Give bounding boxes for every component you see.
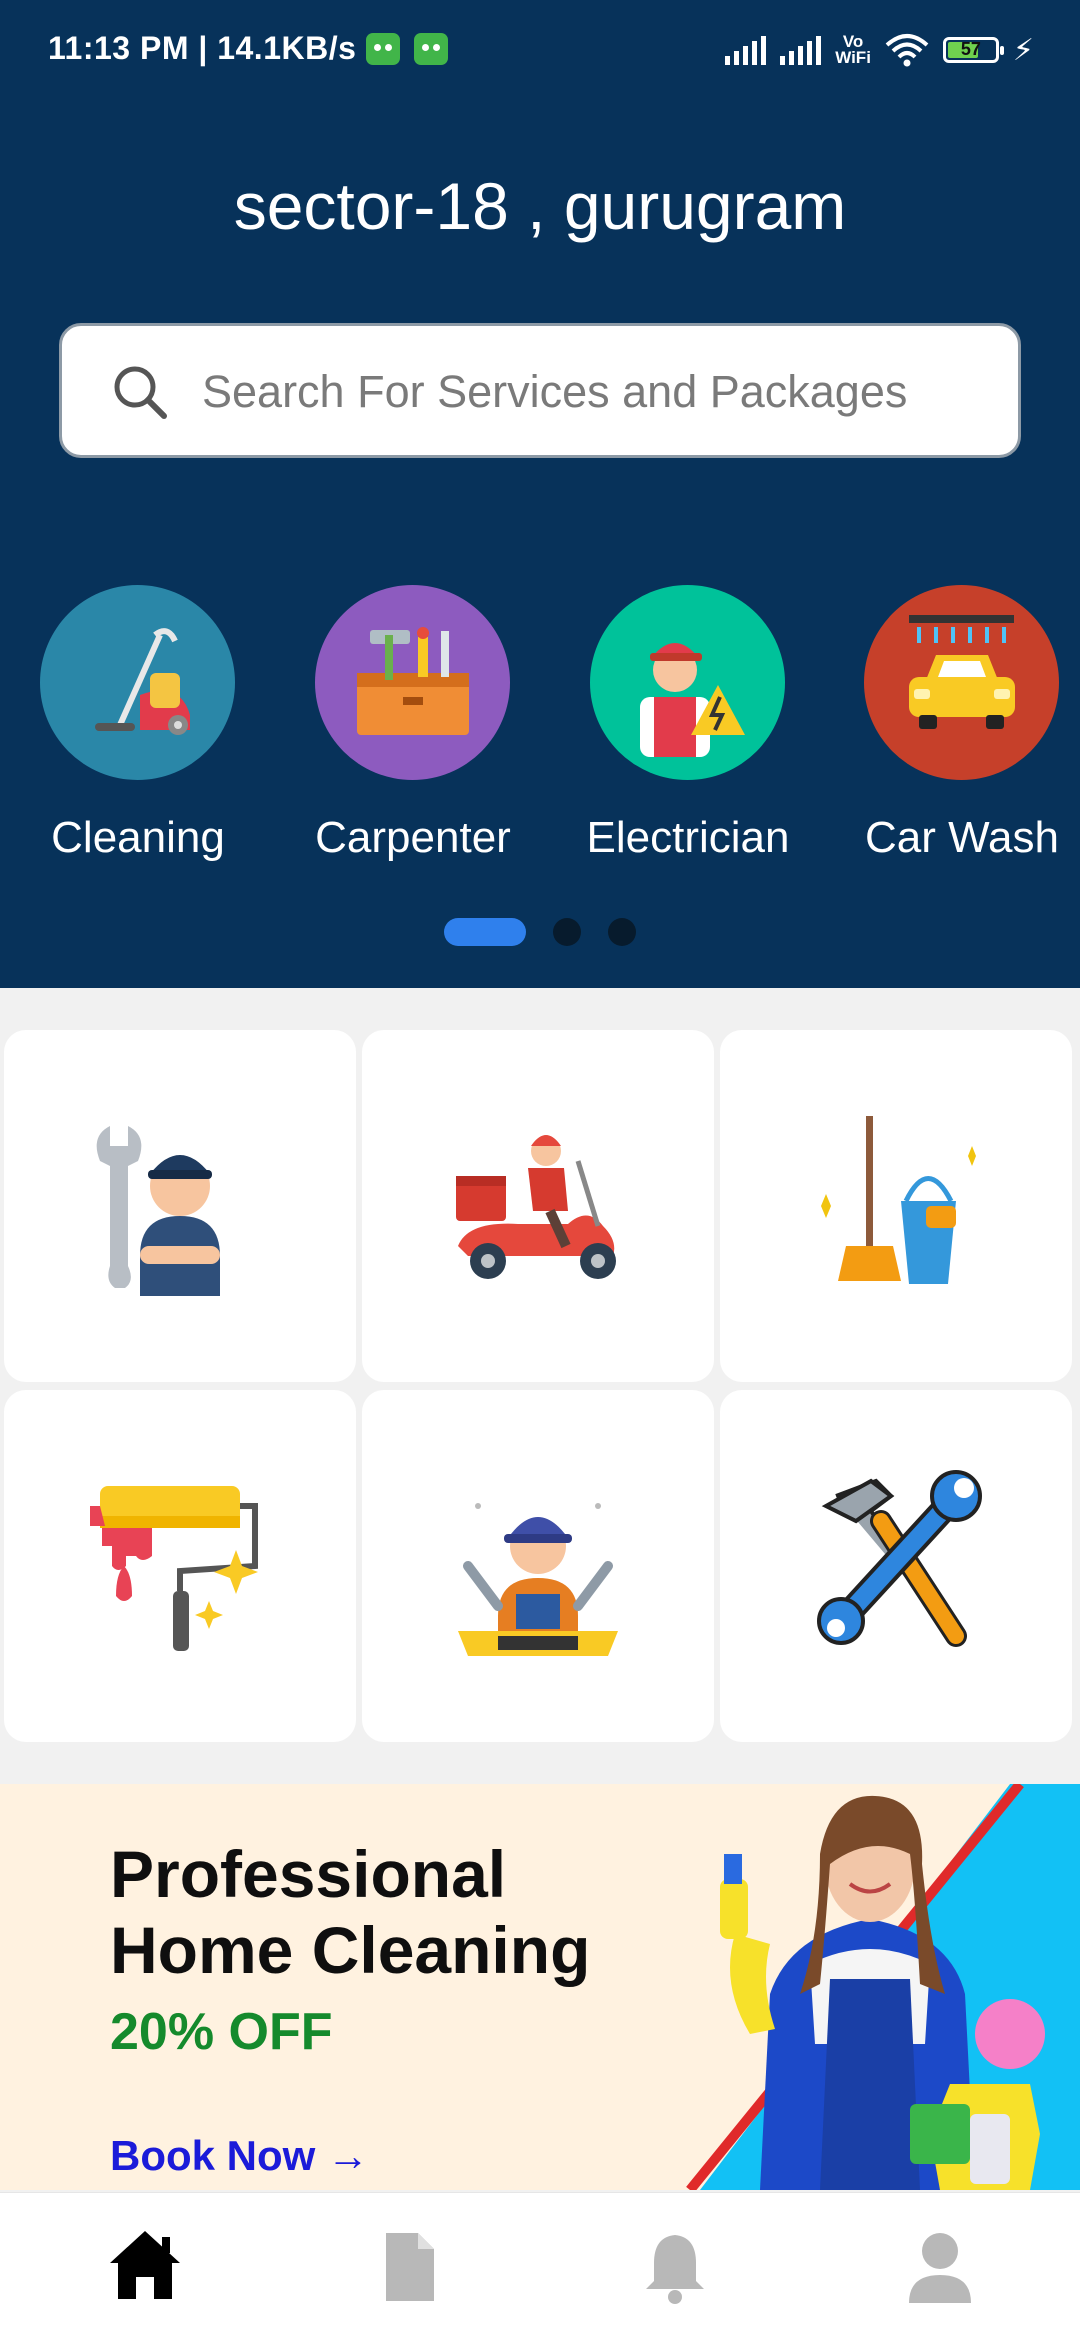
category-carpenter[interactable]: Carpenter xyxy=(278,585,548,875)
signal-icon xyxy=(780,35,822,65)
status-bar: 11:13 PM | 14.1KB/s Vo WiFi 57 ⚡ xyxy=(0,0,1080,100)
nav-bookings[interactable] xyxy=(364,2221,454,2311)
pagination-dot[interactable] xyxy=(608,918,636,946)
plumber-icon xyxy=(458,1503,618,1656)
paint-roller-icon xyxy=(90,1486,258,1651)
search-icon xyxy=(114,366,167,419)
status-time: 11:13 PM | 14.1KB/s xyxy=(48,30,357,66)
banner-title: Professional Home Cleaning xyxy=(110,1837,591,1987)
electrician-icon xyxy=(590,585,785,780)
category-carousel[interactable]: Cleaning Carpenter Electrician Car Wash xyxy=(0,585,1080,875)
search-input[interactable]: Search For Services and Packages xyxy=(59,323,1021,458)
category-electrician[interactable]: Electrician xyxy=(553,585,823,875)
vowifi-icon: Vo WiFi xyxy=(835,32,871,67)
category-label: Electrician xyxy=(586,813,790,862)
profile-icon xyxy=(909,2233,971,2303)
home-icon xyxy=(110,2231,180,2299)
mechanic-icon xyxy=(96,1126,220,1296)
category-label: Car Wash xyxy=(865,813,1059,862)
service-tile-cleaning[interactable] xyxy=(720,1030,1072,1382)
wifi-icon xyxy=(885,34,929,67)
service-tile-delivery[interactable] xyxy=(362,1030,714,1382)
car-wash-icon xyxy=(864,585,1059,780)
document-icon xyxy=(386,2233,434,2301)
header: 11:13 PM | 14.1KB/s Vo WiFi 57 ⚡ sector-1… xyxy=(0,0,1080,988)
notification-app-icon xyxy=(366,33,400,65)
nav-profile[interactable] xyxy=(895,2221,985,2311)
nav-home[interactable] xyxy=(100,2221,190,2311)
nav-notifications[interactable] xyxy=(630,2221,720,2311)
category-label: Cleaning xyxy=(51,813,225,862)
banner-offer: 20% OFF xyxy=(110,2003,333,2061)
toolbox-icon xyxy=(315,585,510,780)
notification-app-icon xyxy=(414,33,448,65)
bell-icon xyxy=(646,2235,704,2304)
cleaning-lady-image xyxy=(686,1784,1080,2190)
book-now-link[interactable]: Book Now → xyxy=(110,2132,369,2180)
service-tile-painting[interactable] xyxy=(4,1390,356,1742)
delivery-scooter-icon xyxy=(456,1135,616,1279)
category-label: Carpenter xyxy=(315,813,511,862)
location-title[interactable]: sector-18 , gurugram xyxy=(0,168,1080,244)
promo-banner[interactable]: Professional Home Cleaning 20% OFF Book … xyxy=(0,1784,1080,2190)
category-cleaning[interactable]: Cleaning xyxy=(3,585,273,875)
hammer-wrench-icon xyxy=(817,1470,982,1647)
battery-icon: 57 xyxy=(942,37,1004,63)
service-tile-plumber[interactable] xyxy=(362,1390,714,1742)
pagination-dot-active[interactable] xyxy=(444,918,526,946)
broom-bucket-icon xyxy=(821,1116,976,1284)
service-tile-mechanic[interactable] xyxy=(4,1030,356,1382)
pagination-dot[interactable] xyxy=(553,918,581,946)
search-placeholder: Search For Services and Packages xyxy=(202,366,908,417)
charging-icon: ⚡ xyxy=(1012,33,1034,67)
vacuum-cleaner-icon xyxy=(40,585,235,780)
bottom-nav xyxy=(0,2192,1080,2341)
service-tile-repair[interactable] xyxy=(720,1390,1072,1742)
signal-icon xyxy=(725,35,767,65)
category-car-wash[interactable]: Car Wash xyxy=(827,585,1080,875)
carousel-pagination xyxy=(0,918,1080,948)
status-indicators: Vo WiFi 57 ⚡ xyxy=(725,30,1034,70)
